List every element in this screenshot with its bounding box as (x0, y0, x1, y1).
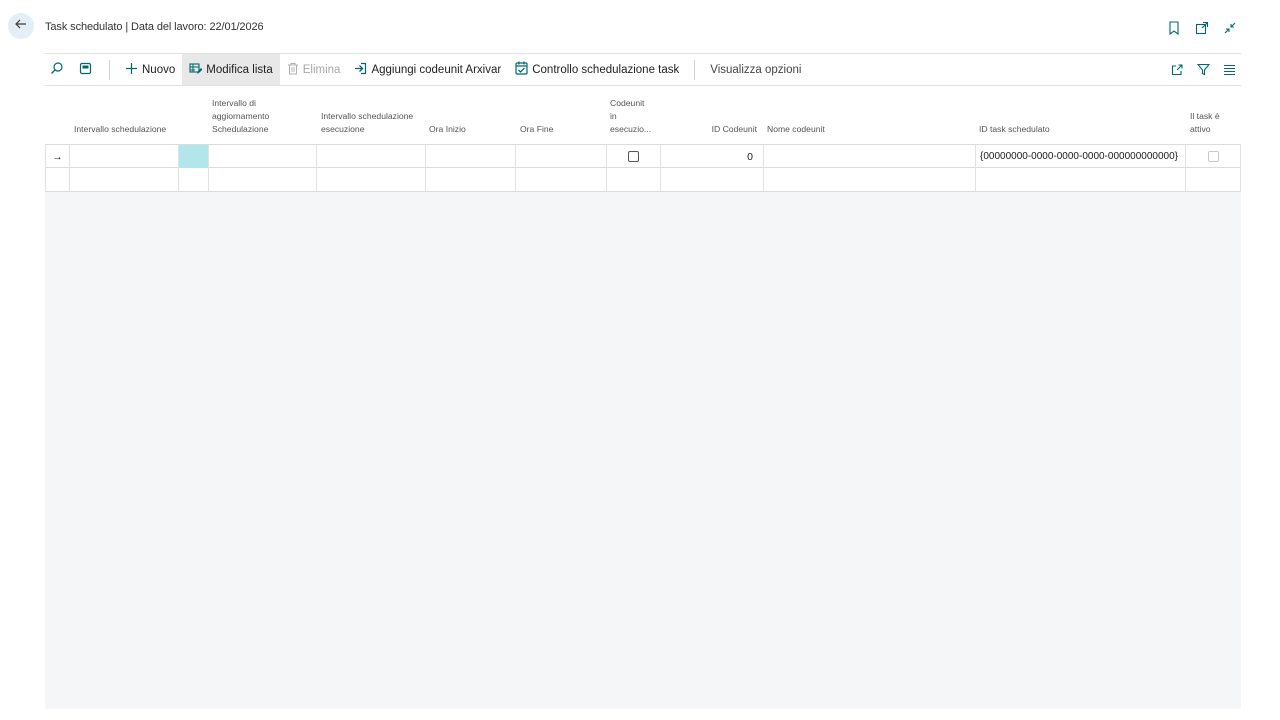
view-options-button[interactable]: Visualizza opzioni (703, 54, 808, 85)
search-button[interactable] (45, 54, 73, 85)
filter-icon[interactable] (1195, 62, 1211, 78)
cell-codeunit-name[interactable] (764, 145, 976, 168)
col-codeunit-running-line3: esecuzio... (610, 124, 652, 134)
col-start-time-label: Ora Inizio (429, 124, 466, 134)
toolbar-divider (694, 59, 696, 80)
col-task-active-line1: Il task è (1190, 111, 1220, 121)
row-marker: → (45, 145, 70, 168)
add-codeunit-label: Aggiungi codeunit Arxivar (371, 63, 502, 76)
cell-update-interval[interactable] (209, 145, 317, 168)
col-codeunit-running-line2: in (610, 111, 617, 121)
col-end-time[interactable]: Ora Fine (516, 123, 606, 136)
col-end-time-label: Ora Fine (520, 124, 554, 134)
col-task-id-label: ID task schedulato (979, 124, 1050, 134)
table-row[interactable]: → 0 {00000000-0000-0000-0000-00000000000… (45, 144, 1241, 168)
col-exec-interval-line2: esecuzione (321, 124, 365, 134)
list-grid: Intervallo schedulazione Intervallo di a… (45, 86, 1241, 709)
arrow-left-icon (14, 17, 28, 36)
delete-label: Elimina (302, 63, 341, 76)
col-schedule-interval[interactable]: Intervallo schedulazione (70, 123, 180, 136)
col-update-interval-line1: Intervallo di (212, 98, 256, 108)
open-new-window-icon[interactable] (1194, 20, 1210, 36)
cell-task-id[interactable]: {00000000-0000-0000-0000-000000000000} (976, 145, 1186, 168)
list-view-icon[interactable] (1221, 62, 1237, 78)
cell-empty[interactable] (426, 168, 516, 191)
cell-empty[interactable] (209, 168, 317, 191)
col-exec-interval-line1: Intervallo schedulazione (321, 111, 414, 121)
cell-exec-interval[interactable] (317, 145, 426, 168)
action-bar: Nuovo Modifica lista Elimina Aggiungi co… (45, 53, 1241, 86)
calendar-check-icon (515, 61, 532, 78)
edit-list-label: Modifica lista (206, 63, 273, 76)
col-update-interval-line2: aggiornamento (212, 111, 270, 121)
plus-icon (125, 62, 142, 78)
grid-header: Intervallo schedulazione Intervallo di a… (45, 86, 1241, 144)
cell-empty[interactable] (1186, 168, 1241, 191)
col-codeunit-name-label: Nome codeunit (767, 124, 825, 134)
col-start-time[interactable]: Ora Inizio (425, 123, 515, 136)
cell-empty[interactable] (607, 168, 661, 191)
schedule-check-button[interactable]: Controllo schedulazione task (508, 54, 686, 85)
col-task-active-line2: attivo (1190, 124, 1211, 134)
cell-empty[interactable] (317, 168, 426, 191)
window-actions (1166, 20, 1238, 36)
schedule-check-label: Controllo schedulazione task (532, 63, 680, 76)
bookmark-icon[interactable] (1166, 20, 1182, 36)
cell-selected-indicator[interactable] (179, 145, 209, 168)
cell-empty[interactable] (976, 168, 1186, 191)
search-icon (50, 61, 68, 78)
row-marker-empty (45, 168, 70, 191)
col-update-interval[interactable]: Intervallo di aggiornamento Schedulazion… (208, 97, 313, 136)
cell-codeunit-running[interactable] (607, 145, 661, 168)
cell-start-time[interactable] (426, 145, 516, 168)
new-button-label: Nuovo (142, 63, 176, 76)
action-bar-right (1169, 54, 1237, 85)
codeunit-running-checkbox[interactable] (628, 151, 639, 162)
task-active-checkbox (1207, 151, 1219, 162)
cell-empty[interactable] (516, 168, 607, 191)
cell-schedule-interval[interactable] (70, 145, 179, 168)
col-exec-interval[interactable]: Intervallo schedulazione esecuzione (317, 110, 425, 136)
col-schedule-interval-label: Intervallo schedulazione (74, 124, 167, 134)
col-codeunit-running-line1: Codeunit (610, 98, 645, 108)
cell-end-time[interactable] (516, 145, 607, 168)
col-codeunit-name[interactable]: Nome codeunit (763, 123, 974, 136)
col-codeunit-id-label: ID Codeunit (711, 124, 757, 134)
sign-in-arrow-icon (354, 62, 371, 78)
table-row-empty[interactable] (45, 168, 1241, 192)
cell-task-active[interactable] (1186, 145, 1241, 168)
collapse-icon[interactable] (1222, 20, 1238, 36)
cell-empty[interactable] (179, 168, 209, 191)
back-button[interactable] (8, 13, 34, 39)
cell-empty[interactable] (70, 168, 179, 191)
col-task-id[interactable]: ID task schedulato (975, 123, 1185, 136)
trash-icon (287, 62, 303, 78)
pin-layout-button[interactable] (73, 54, 101, 85)
layout-icon (79, 62, 96, 78)
add-codeunit-button[interactable]: Aggiungi codeunit Arxivar (347, 54, 508, 85)
cell-codeunit-id[interactable]: 0 (661, 145, 764, 168)
cell-empty[interactable] (764, 168, 976, 191)
share-icon[interactable] (1169, 62, 1185, 78)
new-button[interactable]: Nuovo (118, 54, 182, 85)
page-title: Task schedulato | Data del lavoro: 22/01… (45, 21, 264, 33)
toolbar-divider (109, 59, 110, 80)
col-task-active[interactable]: Il task è attivo (1186, 110, 1241, 136)
col-update-interval-line3: Schedulazione (212, 124, 269, 134)
col-codeunit-running[interactable]: Codeunit in esecuzio... (606, 97, 660, 136)
col-codeunit-id[interactable]: ID Codeunit (660, 123, 763, 136)
edit-list-button[interactable]: Modifica lista (182, 54, 280, 85)
edit-list-icon (189, 62, 206, 78)
delete-button[interactable]: Elimina (280, 54, 348, 85)
view-options-label: Visualizza opzioni (710, 63, 802, 76)
cell-empty[interactable] (661, 168, 764, 191)
